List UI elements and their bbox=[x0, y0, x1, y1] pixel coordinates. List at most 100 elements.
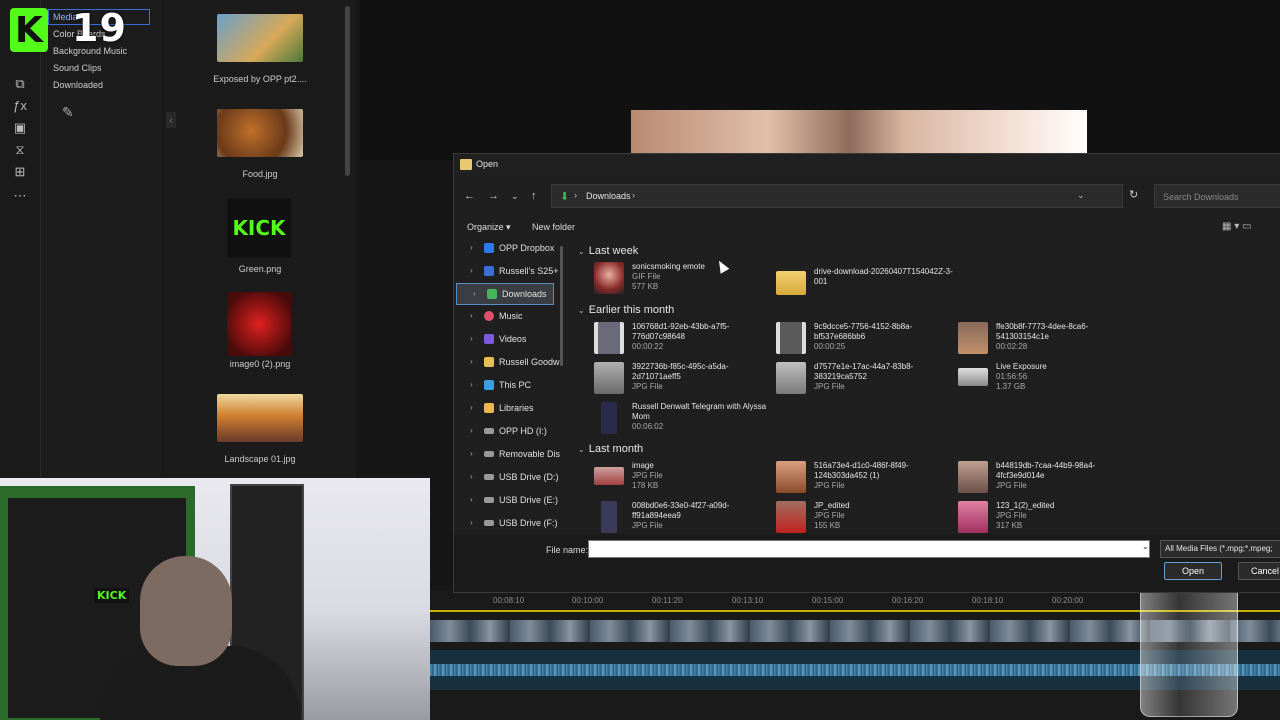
chevron-right-icon[interactable]: › bbox=[470, 426, 473, 435]
navigation-pane: › OPP Dropbox › Russell's S25+ › Downloa… bbox=[454, 242, 566, 534]
add-category-icon[interactable]: ✎ bbox=[62, 104, 74, 121]
nav-item-usb-f[interactable]: › USB Drive (F:) bbox=[454, 513, 566, 533]
file-item[interactable]: 123_1(2)_edited JPG File 317 KB bbox=[958, 501, 1136, 534]
cancel-button[interactable]: Cancel bbox=[1238, 562, 1280, 580]
file-item[interactable]: JP_edited JPG File 155 KB bbox=[776, 501, 954, 534]
pip-icon[interactable]: ⊞ bbox=[12, 164, 28, 180]
nav-scrollbar[interactable] bbox=[560, 246, 563, 366]
chevron-right-icon[interactable]: › bbox=[470, 243, 473, 252]
chevron-right-icon[interactable]: › bbox=[473, 289, 476, 298]
recent-locations-icon[interactable]: ⌄ bbox=[511, 191, 519, 202]
library-scrollbar[interactable] bbox=[345, 6, 350, 176]
media-thumb[interactable] bbox=[217, 14, 303, 62]
chevron-right-icon[interactable]: › bbox=[470, 403, 473, 412]
title-room-icon[interactable]: ▣ bbox=[12, 120, 28, 136]
address-text[interactable]: Downloads bbox=[586, 191, 631, 201]
file-item[interactable]: drive-download-20260407T154042Z-3-001 bbox=[776, 267, 954, 301]
chevron-right-icon[interactable]: › bbox=[470, 472, 473, 481]
view-options-icon[interactable]: ▦ ▾ ▭ bbox=[1222, 221, 1251, 232]
category-downloaded[interactable]: Downloaded bbox=[53, 80, 103, 90]
breadcrumb-chevron-icon[interactable]: › bbox=[632, 190, 635, 200]
file-item[interactable]: 008bd0e6-33e0-4f27-a09d-ff91a894eea9 JPG… bbox=[594, 501, 772, 534]
file-list: ⌄ Last week sonicsmoking emote GIF File 5… bbox=[570, 242, 1280, 534]
search-box[interactable] bbox=[1154, 184, 1280, 208]
forward-arrow-icon[interactable]: → bbox=[488, 190, 499, 202]
chevron-down-icon[interactable]: ⌄ bbox=[1077, 190, 1085, 201]
nav-item-music[interactable]: › Music bbox=[454, 306, 566, 326]
chevron-right-icon[interactable]: › bbox=[470, 449, 473, 458]
media-thumb[interactable]: KICK bbox=[227, 198, 291, 258]
media-thumb[interactable] bbox=[217, 109, 303, 157]
chevron-right-icon[interactable]: › bbox=[470, 495, 473, 504]
chevron-right-icon[interactable]: › bbox=[470, 334, 473, 343]
file-item[interactable]: Russell Denwalt Telegram with Alyssa Mom… bbox=[594, 402, 772, 436]
up-arrow-icon[interactable]: ↑ bbox=[531, 190, 537, 202]
nav-item-this-pc[interactable]: › This PC bbox=[454, 375, 566, 395]
media-caption: Green.png bbox=[238, 264, 282, 274]
nav-item-usb-e[interactable]: › USB Drive (E:) bbox=[454, 490, 566, 510]
group-header[interactable]: ⌄ Last month bbox=[578, 443, 643, 455]
dropbox-icon bbox=[484, 243, 494, 253]
file-item[interactable]: 9c9dcce5-7756-4152-8b8a-bf537e686bb6 00:… bbox=[776, 322, 954, 356]
file-item[interactable]: 3922736b-f85c-495c-a5da-2d71071aeff5 JPG… bbox=[594, 362, 772, 396]
file-item[interactable]: image JPG File 178 KB bbox=[594, 461, 772, 495]
chevron-down-icon[interactable]: ⌄ bbox=[578, 306, 585, 315]
refresh-icon[interactable]: ↻ bbox=[1129, 188, 1138, 201]
nav-item-removable-disk[interactable]: › Removable Dis bbox=[454, 444, 566, 464]
nav-item-libraries[interactable]: › Libraries bbox=[454, 398, 566, 418]
more-icon[interactable]: ⋯ bbox=[12, 188, 28, 204]
search-input[interactable] bbox=[1161, 189, 1280, 204]
ruler-tick: 00:18:10 bbox=[972, 596, 1004, 605]
phone-icon bbox=[484, 266, 494, 276]
chevron-down-icon[interactable]: ⌄ bbox=[578, 445, 585, 454]
nav-item-videos[interactable]: › Videos bbox=[454, 329, 566, 349]
organize-menu[interactable]: Organize ▾ bbox=[467, 222, 511, 233]
new-folder-button[interactable]: New folder bbox=[532, 222, 575, 232]
transition-icon[interactable]: ⧖ bbox=[12, 142, 28, 158]
media-room-icon[interactable]: ⧉ bbox=[12, 76, 28, 92]
nav-item-opp-hd[interactable]: › OPP HD (I:) bbox=[454, 421, 566, 441]
chevron-right-icon[interactable]: › bbox=[470, 518, 473, 527]
file-item[interactable]: b44819db-7caa-44b9-98a4-4fcf3e9d014e JPG… bbox=[958, 461, 1136, 495]
image-thumbnail bbox=[594, 362, 624, 394]
image-thumbnail bbox=[958, 461, 988, 493]
chevron-right-icon[interactable]: › bbox=[470, 357, 473, 366]
fx-icon[interactable]: ƒx bbox=[12, 98, 28, 114]
nav-item-usb-d[interactable]: › USB Drive (D:) bbox=[454, 467, 566, 487]
open-file-dialog: Open ← → ⌄ ↑ ⬇ › Downloads › ⌄ ↻ Organiz… bbox=[453, 153, 1280, 593]
nav-item-phone[interactable]: › Russell's S25+ bbox=[454, 261, 566, 281]
file-item[interactable]: d7577e1e-17ac-44a7-83b8-383219ca5752 JPG… bbox=[776, 362, 954, 396]
chevron-down-icon[interactable]: ⌄ bbox=[1142, 542, 1149, 551]
open-button[interactable]: Open bbox=[1164, 562, 1222, 580]
ruler-tick: 00:11:20 bbox=[652, 596, 683, 605]
address-bar[interactable]: ⬇ › Downloads › ⌄ bbox=[551, 184, 1123, 208]
file-item[interactable]: 516a73e4-d1c0-486f-8f49-124b303da452 (1)… bbox=[776, 461, 954, 495]
chevron-right-icon[interactable]: › bbox=[470, 380, 473, 389]
chevron-down-icon[interactable]: ⌄ bbox=[578, 247, 585, 256]
ruler-tick: 00:08:10 bbox=[493, 596, 525, 605]
dialog-footer: File name: ⌄ All Media Files (*.mpg;*.mp… bbox=[454, 534, 1280, 592]
nav-item-user-folder[interactable]: › Russell Goodw bbox=[454, 352, 566, 372]
media-thumb[interactable] bbox=[227, 292, 291, 356]
video-thumbnail bbox=[958, 322, 988, 354]
kick-sticker: KICK bbox=[94, 588, 130, 603]
file-item[interactable]: Live Exposure 01:56:56 1.37 GB bbox=[958, 362, 1136, 396]
file-item[interactable]: 106768d1-92eb-43bb-a7f5-776d07c98648 00:… bbox=[594, 322, 772, 356]
group-header[interactable]: ⌄ Earlier this month bbox=[578, 304, 674, 316]
nav-item-opp-dropbox[interactable]: › OPP Dropbox bbox=[454, 238, 566, 258]
file-item[interactable]: ffe30b8f-7773-4dee-8ca6-541303154c1e 00:… bbox=[958, 322, 1136, 356]
file-name-input[interactable] bbox=[593, 542, 1137, 557]
file-name-field[interactable] bbox=[588, 540, 1150, 558]
chevron-right-icon[interactable]: › bbox=[470, 311, 473, 320]
group-header[interactable]: ⌄ Last week bbox=[578, 245, 638, 257]
media-thumb[interactable] bbox=[217, 394, 303, 442]
collapse-panel-icon[interactable]: ‹ bbox=[166, 112, 176, 128]
nav-item-downloads[interactable]: › Downloads bbox=[456, 283, 554, 305]
category-sound-clips[interactable]: Sound Clips bbox=[53, 63, 102, 73]
file-item[interactable]: sonicsmoking emote GIF File 577 KB bbox=[594, 262, 772, 296]
breadcrumb-chevron-icon[interactable]: › bbox=[574, 190, 577, 200]
back-arrow-icon[interactable]: ← bbox=[464, 190, 475, 202]
chevron-right-icon[interactable]: › bbox=[470, 266, 473, 275]
media-caption: Landscape 01.jpg bbox=[224, 454, 296, 464]
file-type-filter[interactable]: All Media Files (*.mpg;*.mpeg; bbox=[1160, 540, 1280, 558]
